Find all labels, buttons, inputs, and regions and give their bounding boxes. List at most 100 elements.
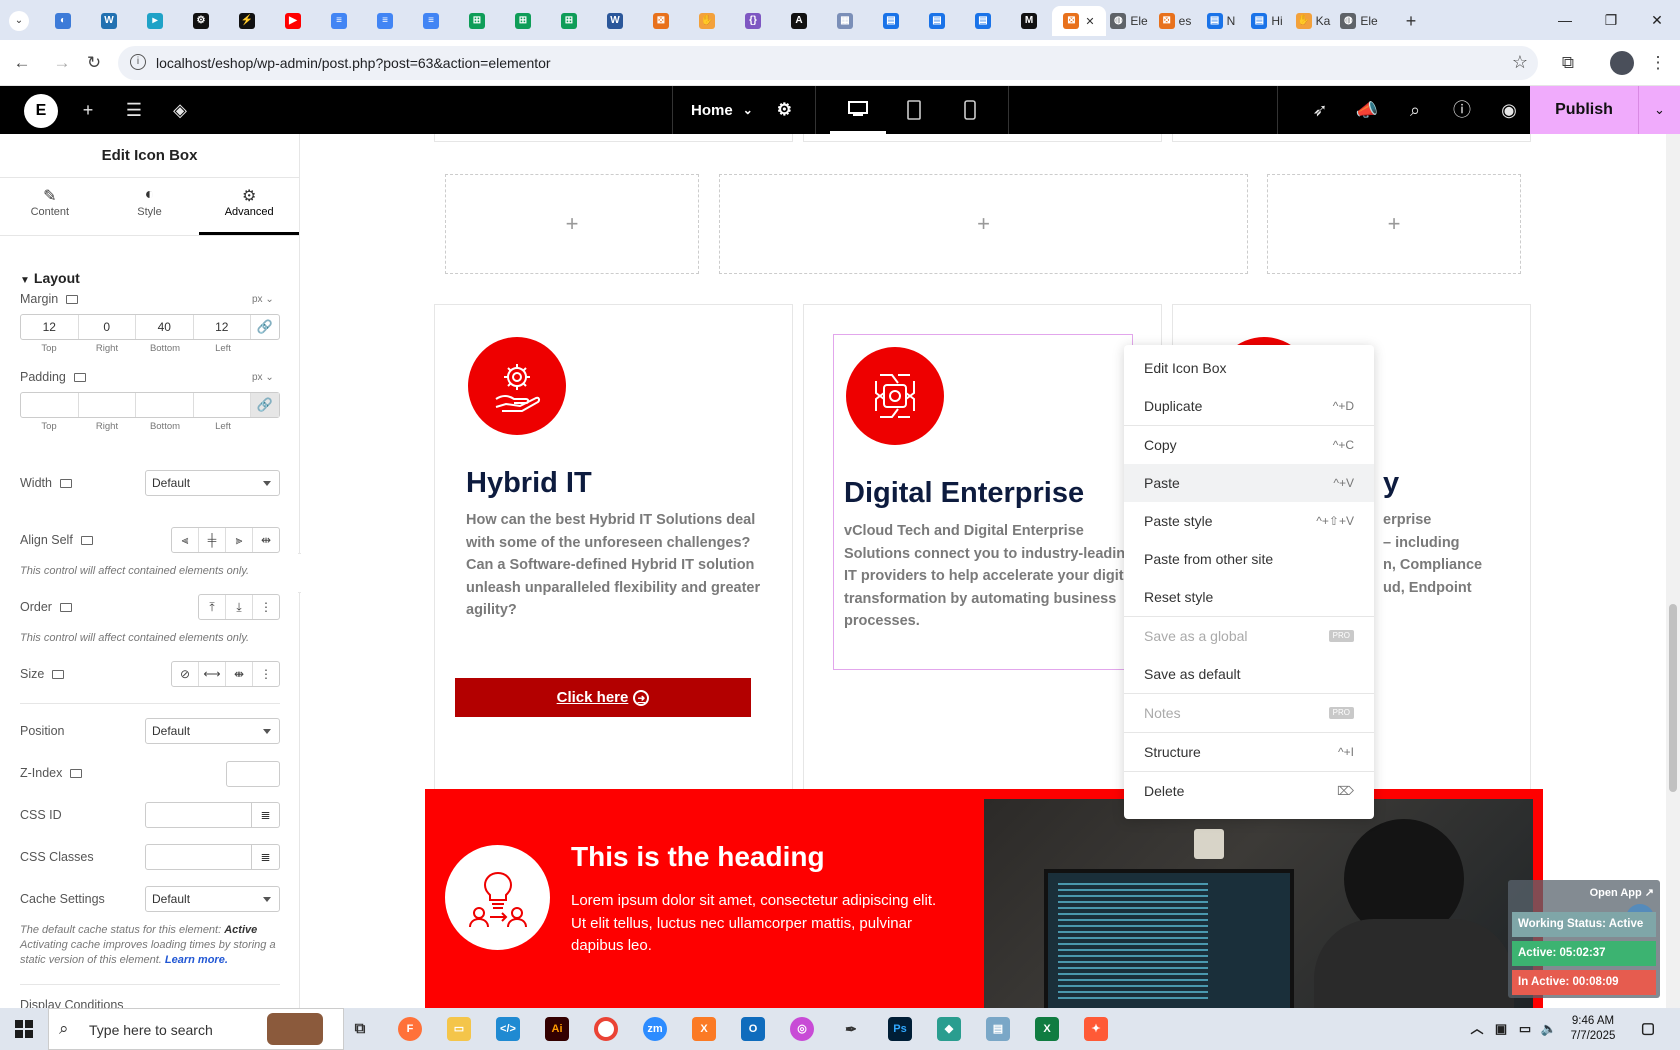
elementor-logo-icon[interactable]: E (24, 94, 58, 128)
page-selector[interactable]: Home ⌄ ⚙ (672, 86, 808, 134)
illustrator-icon[interactable]: Ai (545, 1017, 569, 1041)
tablet-icon[interactable] (886, 86, 942, 134)
structure-layers-icon[interactable]: ◈ (168, 98, 192, 122)
container-box[interactable] (434, 134, 793, 142)
browser-tab[interactable]: W (86, 6, 132, 36)
page-settings-gear-icon[interactable]: ⚙ (777, 100, 792, 120)
align-stretch-icon[interactable]: ⇹ (253, 528, 279, 552)
cache-select[interactable]: Default (145, 886, 280, 912)
layout-section-toggle[interactable]: ▼ Layout (20, 270, 80, 286)
browser-tab[interactable]: ⊞ (500, 6, 546, 36)
cta-band-section[interactable]: This is the heading Lorem ipsum dolor si… (425, 789, 1543, 1008)
browser-tab[interactable]: ✋ Ka (1290, 6, 1336, 36)
help-icon[interactable]: ⓘ (1450, 98, 1474, 122)
app-icon[interactable]: ◆ (937, 1017, 961, 1041)
add-element-placeholder[interactable]: + (719, 174, 1248, 274)
add-element-placeholder[interactable]: + (445, 174, 699, 274)
browser-tab[interactable]: ⊠ ✕ (1052, 6, 1106, 36)
windows-start-icon[interactable] (0, 1008, 48, 1050)
link-values-icon[interactable]: 🔗 (251, 393, 279, 417)
dynamic-tags-icon[interactable]: ≣ (252, 802, 280, 828)
reload-icon[interactable]: ↻ (82, 51, 106, 75)
browser-tab[interactable]: ◍ Ele (1336, 6, 1382, 36)
back-icon[interactable]: ← (10, 51, 34, 75)
menu-item-save-as-default[interactable]: Save as default (1124, 655, 1374, 693)
browser-tab[interactable]: M (1006, 6, 1052, 36)
vertical-scrollbar[interactable] (1666, 134, 1680, 1008)
margin-right-input[interactable]: 0 (79, 315, 136, 339)
photoshop-icon[interactable]: Ps (888, 1017, 912, 1041)
browser-tab[interactable]: ▤ Hi (1244, 6, 1290, 36)
desktop-responsive-icon[interactable] (66, 295, 79, 305)
outlook-icon[interactable]: O (741, 1017, 765, 1041)
browser-tab[interactable]: ≡ (408, 6, 454, 36)
browser-tab[interactable]: ▶ (270, 6, 316, 36)
menu-item-delete[interactable]: Delete ⌦ (1124, 772, 1374, 810)
browser-tab[interactable]: ⊞ (546, 6, 592, 36)
publish-button[interactable]: Publish (1530, 101, 1638, 119)
address-bar[interactable]: i localhost/eshop/wp-admin/post.php?post… (118, 46, 1538, 80)
order-first-icon[interactable]: ⤒ (199, 595, 226, 619)
file-explorer-icon[interactable]: ▭ (447, 1017, 471, 1041)
desktop-responsive-icon[interactable] (73, 373, 86, 383)
volume-icon[interactable]: 🔈 (1537, 1017, 1561, 1041)
padding-right-input[interactable] (79, 393, 136, 417)
minimize-icon[interactable]: — (1542, 0, 1588, 40)
margin-bottom-input[interactable]: 40 (136, 315, 194, 339)
align-start-icon[interactable]: ⫷ (172, 528, 199, 552)
icon-box-card[interactable]: Hybrid IT How can the best Hybrid IT Sol… (434, 304, 793, 872)
css-classes-input[interactable] (145, 844, 252, 870)
margin-left-input[interactable]: 12 (194, 315, 251, 339)
zoom-icon[interactable]: zm (643, 1017, 667, 1041)
size-grow-icon[interactable]: ⟷ (199, 662, 226, 686)
desktop-icon[interactable] (830, 86, 886, 134)
tab-search-button[interactable]: ⌄ (0, 6, 38, 36)
vscode-icon[interactable]: </> (496, 1017, 520, 1041)
browser-tab[interactable]: ⚡ (224, 6, 270, 36)
css-id-input[interactable] (145, 802, 252, 828)
tab-style[interactable]: ◐ Style (100, 178, 200, 235)
dynamic-tags-icon[interactable]: ≣ (252, 844, 280, 870)
size-more-icon[interactable]: ⋮ (253, 662, 279, 686)
browser-tab[interactable]: ⊠ es (1152, 6, 1198, 36)
browser-tab[interactable]: ▤ (960, 6, 1006, 36)
xampp-icon[interactable]: X (692, 1017, 716, 1041)
menu-item-duplicate[interactable]: Duplicate ^+D (1124, 387, 1374, 425)
close-window-icon[interactable]: ✕ (1634, 0, 1680, 40)
desktop-responsive-icon[interactable] (70, 769, 83, 779)
browser-tab[interactable]: ▤ N (1198, 6, 1244, 36)
restore-icon[interactable]: ❐ (1588, 0, 1634, 40)
browser-tab[interactable]: ≡ (316, 6, 362, 36)
padding-left-input[interactable] (194, 393, 251, 417)
padding-bottom-input[interactable] (136, 393, 194, 417)
learn-more-link[interactable]: Learn more. (165, 954, 228, 966)
position-select[interactable]: Default (145, 718, 280, 744)
align-end-icon[interactable]: ⫸ (226, 528, 253, 552)
bookmark-star-icon[interactable]: ☆ (1512, 52, 1528, 73)
open-app-link[interactable]: Open App ↗ (1590, 886, 1654, 899)
browser-tab[interactable]: ⊠ (638, 6, 684, 36)
close-tab-icon[interactable]: ✕ (1085, 15, 1094, 28)
container-box[interactable] (803, 134, 1162, 142)
tab-advanced[interactable]: ⚙ Advanced (199, 178, 299, 235)
size-shrink-icon[interactable]: ⇼ (226, 662, 253, 686)
menu-item-paste[interactable]: Paste ^+V (1124, 464, 1374, 502)
notepad-icon[interactable]: ▤ (986, 1017, 1010, 1041)
scrollbar-thumb[interactable] (1669, 604, 1677, 792)
task-view-icon[interactable]: ⧉ (348, 1017, 372, 1041)
excel-icon[interactable]: X (1035, 1017, 1059, 1041)
tab-content[interactable]: ✎ Content (0, 178, 100, 235)
width-select[interactable]: Default (145, 470, 280, 496)
margin-unit-selector[interactable]: px ⌄ (252, 294, 274, 305)
browser-tab[interactable]: ✋ (684, 6, 730, 36)
menu-item-copy[interactable]: Copy ^+C (1124, 426, 1374, 464)
browser-tab[interactable]: ▦ (822, 6, 868, 36)
browser-tab[interactable]: W (592, 6, 638, 36)
menu-item-reset-style[interactable]: Reset style (1124, 578, 1374, 616)
browser-tab[interactable]: ◍ Ele (1106, 6, 1152, 36)
browser-menu-icon[interactable]: ⋮ (1646, 51, 1670, 75)
icon-box-card[interactable]: Digital Enterprise vCloud Tech and Digit… (803, 304, 1162, 872)
browser-tab[interactable]: A (776, 6, 822, 36)
firefox-icon[interactable]: F (398, 1017, 422, 1041)
desktop-responsive-icon[interactable] (59, 603, 72, 613)
